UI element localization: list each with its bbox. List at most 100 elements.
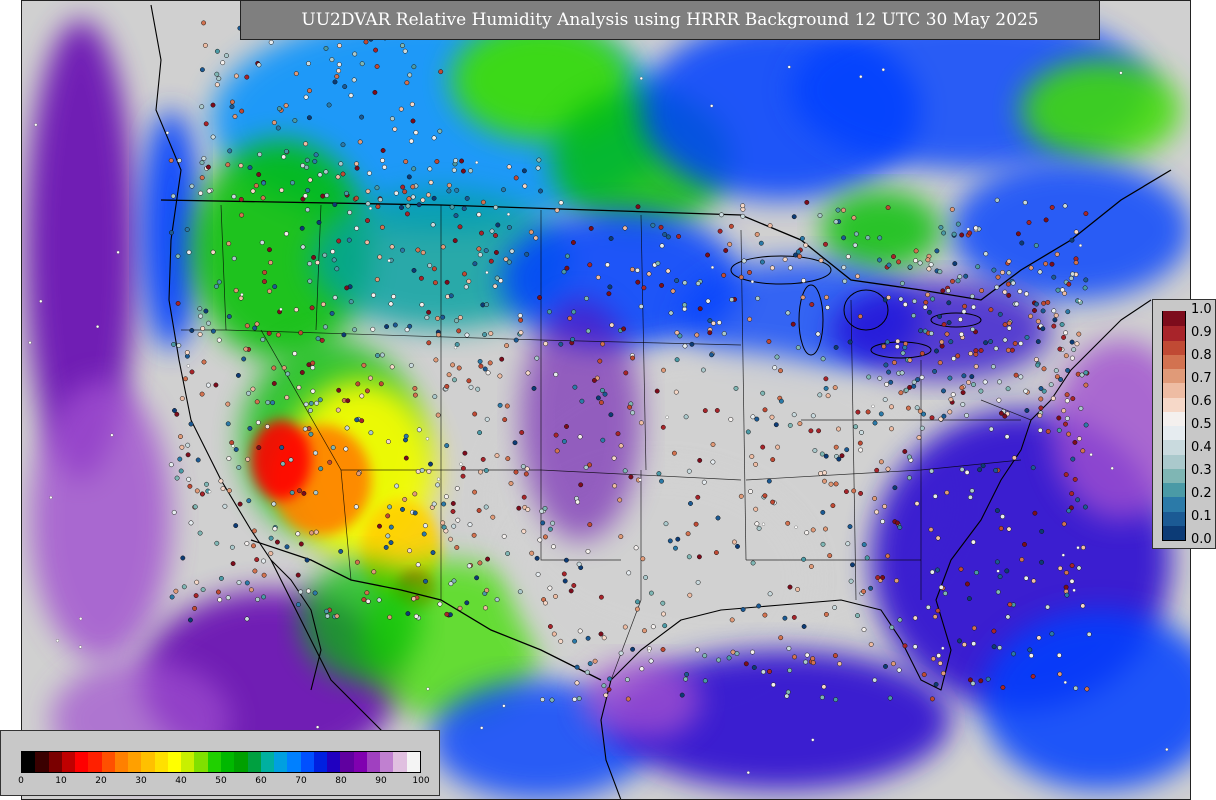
observation-station xyxy=(406,196,412,202)
observation-station xyxy=(937,269,943,275)
observation-station xyxy=(497,402,503,408)
observation-station xyxy=(244,323,250,329)
observation-station xyxy=(971,641,977,647)
rh-colorbar-segment xyxy=(247,752,262,772)
observation-station xyxy=(298,589,304,595)
observation-station xyxy=(404,80,410,86)
observation-station xyxy=(229,544,235,550)
observation-station xyxy=(304,164,310,170)
observation-station xyxy=(553,593,558,599)
observation-station xyxy=(260,337,266,343)
observation-station xyxy=(368,430,374,436)
observation-station xyxy=(1068,275,1074,281)
observation-station xyxy=(665,415,669,419)
observation-station xyxy=(1079,372,1085,378)
observation-station xyxy=(407,548,413,554)
observation-station xyxy=(749,454,755,459)
observation-station xyxy=(271,365,277,371)
observation-station xyxy=(611,455,617,461)
observation-station xyxy=(388,301,394,307)
observation-station xyxy=(673,545,678,551)
observation-station xyxy=(891,360,897,366)
observation-station xyxy=(679,692,685,698)
observation-station xyxy=(634,606,640,612)
observation-station xyxy=(766,339,772,344)
observation-station xyxy=(1060,287,1065,293)
observation-station xyxy=(290,180,295,186)
observation-station xyxy=(419,467,425,473)
observation-station xyxy=(477,560,483,566)
observation-station xyxy=(336,68,342,74)
observation-station xyxy=(811,738,815,742)
observation-station xyxy=(978,388,984,394)
observation-station xyxy=(694,332,700,338)
observation-station xyxy=(384,324,390,330)
observation-station xyxy=(823,453,829,459)
observation-station xyxy=(911,383,917,389)
observation-station xyxy=(563,557,569,563)
observation-station xyxy=(787,584,793,590)
observation-station xyxy=(456,328,462,334)
observation-station xyxy=(857,313,863,319)
observation-station xyxy=(735,543,740,549)
observation-station xyxy=(959,232,965,238)
observation-station xyxy=(1061,408,1067,414)
observation-station xyxy=(894,344,900,350)
observation-station xyxy=(1072,439,1078,445)
observation-station xyxy=(365,598,371,604)
observation-station xyxy=(797,421,803,427)
observation-station xyxy=(354,559,360,565)
observation-station xyxy=(622,468,628,474)
observation-station xyxy=(1045,299,1051,305)
observation-station xyxy=(990,364,996,370)
observation-station xyxy=(554,207,560,213)
observation-station xyxy=(820,509,826,515)
observation-station xyxy=(216,279,222,285)
observation-station xyxy=(403,159,409,165)
observation-station xyxy=(426,192,431,198)
observation-station xyxy=(1056,427,1062,433)
observation-station xyxy=(919,351,925,356)
observation-station xyxy=(203,121,209,127)
observation-station xyxy=(189,328,195,333)
observation-station xyxy=(295,531,301,537)
observation-station xyxy=(357,139,363,145)
observation-station xyxy=(1041,300,1047,306)
observation-station xyxy=(175,300,181,306)
obs-colorbar-segment xyxy=(1163,510,1185,526)
observation-station xyxy=(261,594,267,600)
observation-station xyxy=(1069,563,1075,569)
observation-station xyxy=(253,183,259,189)
observation-station xyxy=(416,202,422,208)
observation-station xyxy=(968,351,974,357)
observation-station xyxy=(388,540,394,546)
observation-station xyxy=(379,352,385,358)
observation-station xyxy=(824,294,829,300)
observation-station xyxy=(301,490,307,496)
observation-station xyxy=(916,435,922,441)
observation-station xyxy=(947,375,953,381)
observation-station xyxy=(694,647,700,653)
observation-station xyxy=(213,382,219,388)
observation-station xyxy=(994,197,1000,203)
observation-station xyxy=(659,478,664,484)
observation-station xyxy=(682,343,688,349)
observation-station xyxy=(402,48,408,54)
observation-station xyxy=(929,569,935,575)
observation-station xyxy=(466,563,472,569)
observation-station xyxy=(299,225,305,231)
rh-colorbar-segment xyxy=(234,752,249,772)
observation-station xyxy=(738,274,744,280)
observation-station xyxy=(334,74,340,79)
observation-station xyxy=(536,157,542,163)
observation-station xyxy=(307,408,313,413)
observation-station xyxy=(1035,339,1041,345)
observation-station xyxy=(251,528,257,534)
observation-station xyxy=(587,262,593,268)
observation-station xyxy=(1019,557,1025,563)
observation-station xyxy=(303,401,309,407)
observation-station xyxy=(300,244,306,250)
observation-station xyxy=(823,385,829,391)
observation-station xyxy=(906,475,912,481)
observation-station xyxy=(597,358,603,364)
